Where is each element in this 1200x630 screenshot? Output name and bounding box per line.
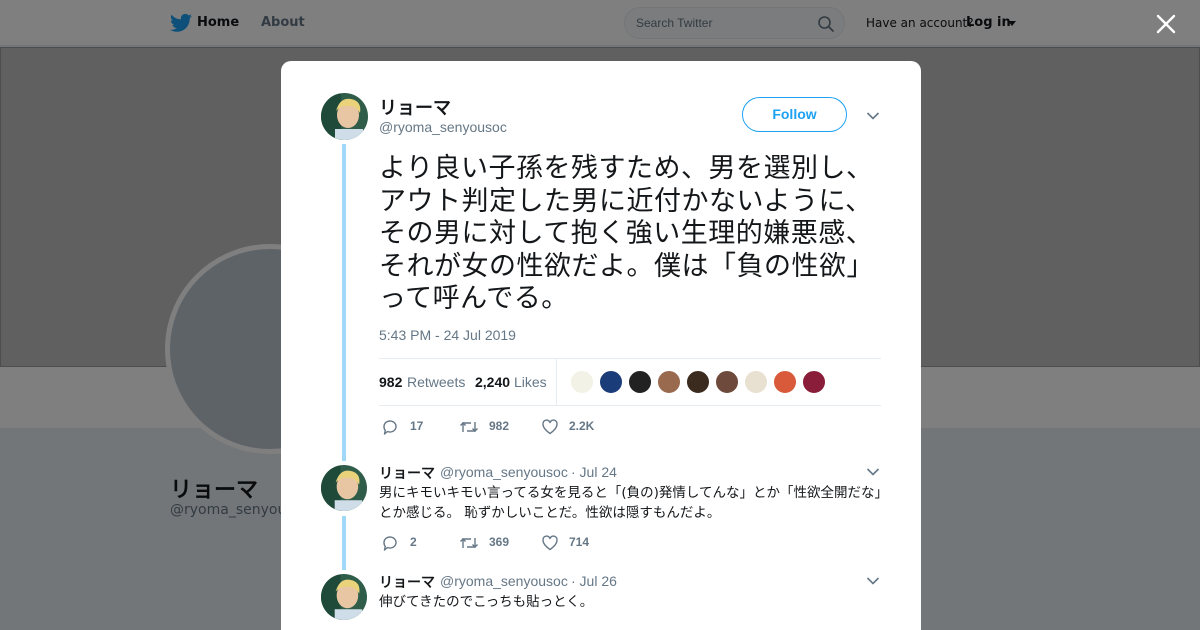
like-action[interactable]: 714 <box>541 534 601 552</box>
retweet-icon[interactable] <box>459 418 479 436</box>
retweet-icon[interactable] <box>459 534 479 552</box>
liker-avatar[interactable] <box>802 370 826 394</box>
reply-author-name[interactable]: リョーマ <box>379 463 435 483</box>
likes-count[interactable]: 2,240 <box>475 374 510 390</box>
reply-date[interactable]: · Jul 26 <box>571 573 617 589</box>
reply-author-handle[interactable]: @ryoma_senyousoc <box>440 464 568 480</box>
follow-button[interactable]: Follow <box>742 97 847 132</box>
retweets-label[interactable]: Retweets <box>407 374 465 390</box>
retweet-count: 369 <box>489 535 510 549</box>
reply-icon[interactable] <box>381 418 399 436</box>
reply-author-handle[interactable]: @ryoma_senyousoc <box>440 573 568 589</box>
liker-avatar[interactable] <box>628 370 652 394</box>
reply-count: 17 <box>410 419 424 433</box>
liker-avatar[interactable] <box>570 370 594 394</box>
liker-avatar[interactable] <box>599 370 623 394</box>
like-action[interactable]: 2.2K <box>541 418 601 436</box>
tweet-text: より良い子孫を残すため、男を選別し、アウト判定した男に近付かないように、その男に… <box>379 153 874 314</box>
heart-icon[interactable] <box>541 418 559 436</box>
reply-author-name[interactable]: リョーマ <box>379 572 435 592</box>
tweet-author-name[interactable]: リョーマ <box>379 94 451 120</box>
avatar[interactable] <box>321 574 367 620</box>
avatar[interactable] <box>321 93 368 140</box>
avatar[interactable] <box>321 465 367 511</box>
tweet-author-handle[interactable]: @ryoma_senyousoc <box>379 119 507 135</box>
like-count: 2.2K <box>569 419 595 433</box>
liker-avatar[interactable] <box>773 370 797 394</box>
reply-action[interactable]: 17 <box>381 418 431 436</box>
thread-line <box>342 516 346 570</box>
liker-avatar[interactable] <box>686 370 710 394</box>
chevron-down-icon[interactable] <box>866 467 880 477</box>
reply-text: 男にキモいキモい言ってる女を見ると「(負の)発情してんな」とか「性欲全開だな」と… <box>379 485 882 521</box>
heart-icon[interactable] <box>541 534 559 552</box>
retweets-count[interactable]: 982 <box>379 374 402 390</box>
thread-line <box>342 144 346 461</box>
tweet-stats: 982 Retweets 2,240 Likes <box>379 358 881 406</box>
reply-date[interactable]: · Jul 24 <box>571 464 617 480</box>
reply-action[interactable]: 2 <box>381 534 431 552</box>
reply-icon[interactable] <box>381 534 399 552</box>
reply-text: 伸びてきたのでこっちも貼っとく。 <box>379 594 594 610</box>
chevron-down-icon[interactable] <box>866 576 880 586</box>
reply-count: 2 <box>410 535 417 549</box>
liker-avatar[interactable] <box>715 370 739 394</box>
liker-avatar[interactable] <box>657 370 681 394</box>
stats-divider <box>556 359 557 405</box>
close-icon[interactable] <box>1154 12 1178 36</box>
chevron-down-icon[interactable] <box>866 111 880 121</box>
retweet-action[interactable]: 369 <box>459 534 519 552</box>
retweet-action[interactable]: 982 <box>459 418 519 436</box>
like-count: 714 <box>569 535 590 549</box>
likes-label[interactable]: Likes <box>514 374 547 390</box>
retweet-count: 982 <box>489 419 510 433</box>
tweet-timestamp[interactable]: 5:43 PM - 24 Jul 2019 <box>379 327 516 343</box>
liker-avatar[interactable] <box>744 370 768 394</box>
tweet-modal: リョーマ @ryoma_senyousoc Follow より良い子孫を残すため… <box>281 61 921 630</box>
